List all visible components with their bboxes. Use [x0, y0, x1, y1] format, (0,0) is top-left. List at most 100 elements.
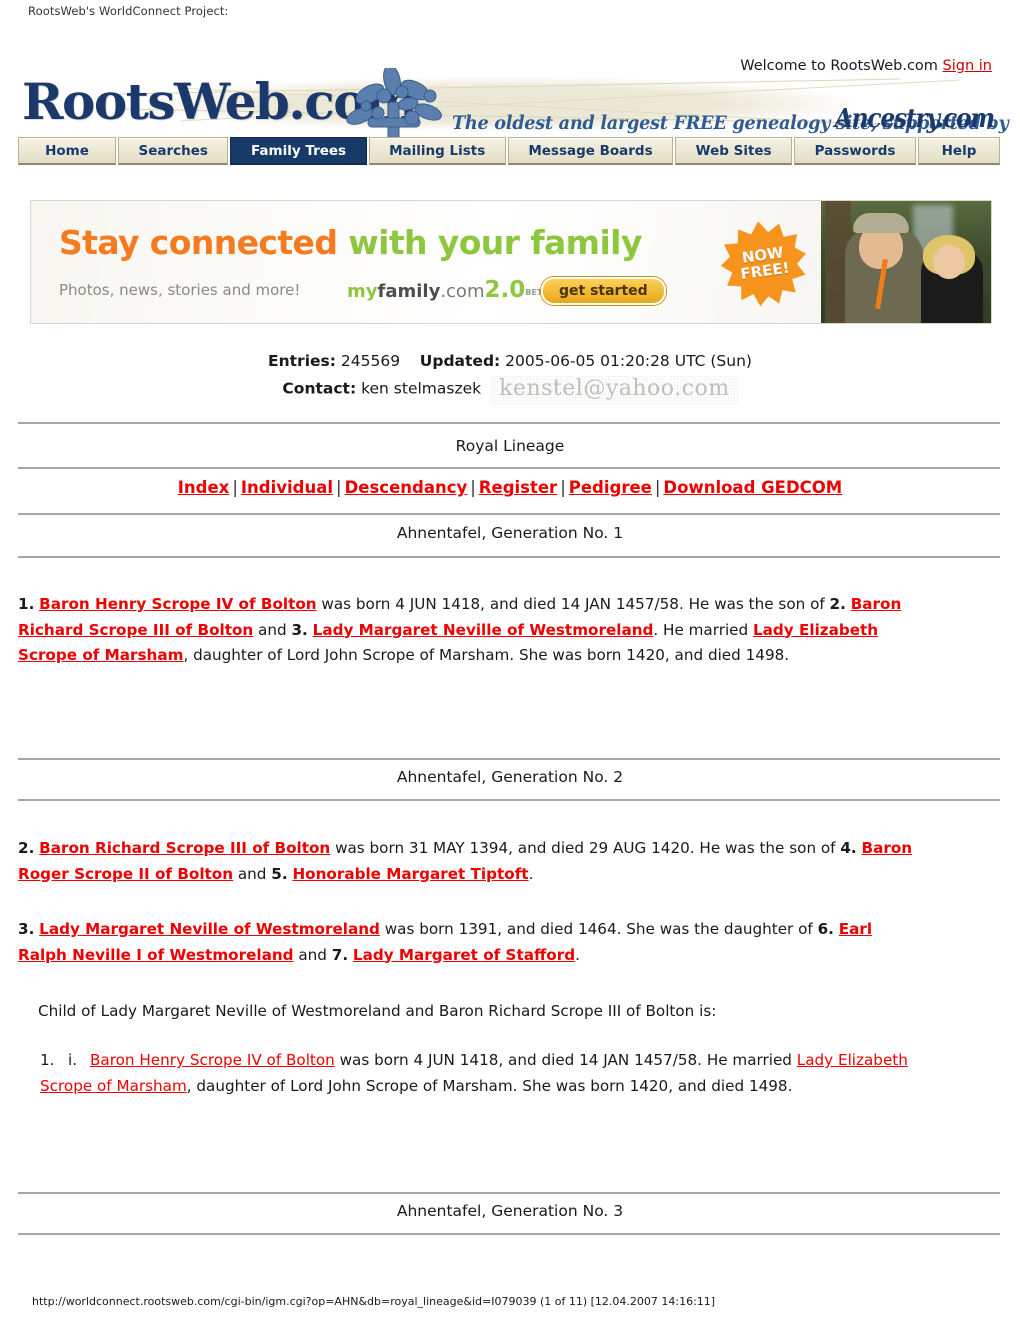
contact-line: Contact: ken stelmaszek kenstel@yahoo.com [0, 374, 1020, 404]
divider-3 [18, 513, 1000, 515]
entry-2-person-link[interactable]: Baron Richard Scrope III of Bolton [39, 839, 330, 857]
entry-1-text-4: , daughter of Lord John Scrope of Marsha… [183, 646, 790, 664]
entry-1-person-link[interactable]: Baron Henry Scrope IV of Bolton [39, 595, 316, 613]
link-individual[interactable]: Individual [241, 478, 333, 497]
page-title: RootsWeb's WorldConnect Project: [28, 4, 229, 18]
contact-email-image: kenstel@yahoo.com [491, 374, 737, 404]
entry-3-mother-link[interactable]: Lady Margaret of Stafford [353, 946, 575, 964]
divider-8 [18, 1233, 1000, 1235]
entry-2-father-number: 4. [840, 839, 857, 857]
now-free-line2: FREE! [739, 258, 791, 284]
entry-3-number: 3. [18, 920, 35, 938]
child-person-link[interactable]: Baron Henry Scrope IV of Bolton [90, 1051, 335, 1069]
nav-tab-help[interactable]: Help [917, 137, 1000, 165]
entries-updated-line: Entries: 245569 Updated: 2005-06-05 01:2… [0, 348, 1020, 374]
divider-6 [18, 799, 1000, 801]
nav-tab-message-boards[interactable]: Message Boards [507, 137, 674, 165]
database-title: Royal Lineage [455, 437, 565, 455]
divider-7 [18, 1192, 1000, 1194]
generation-3-heading: Ahnentafel, Generation No. 3 [396, 1202, 624, 1220]
myfamily-logo: myfamily.com2.0BETA [347, 277, 548, 303]
entry-1-text-2: and [253, 620, 292, 639]
myfamily-logo-my: my [347, 281, 378, 302]
link-register[interactable]: Register [479, 478, 557, 497]
divider-5 [18, 758, 1000, 760]
site-header: Welcome to RootsWeb.com Sign in RootsWeb… [0, 28, 1020, 138]
entry-2-mother-number: 5. [271, 864, 288, 883]
entry-2-number: 2. [18, 839, 35, 857]
entry-1-mother-number: 3. [291, 620, 308, 639]
divider-4 [18, 556, 1000, 558]
child-list-item: 1. i. Baron Henry Scrope IV of Bolton wa… [40, 1048, 940, 1099]
banner-headline: Stay connected with your family [59, 223, 642, 262]
myfamily-logo-dotcom: .com [440, 281, 485, 302]
entry-2-mother-link[interactable]: Honorable Margaret Tiptoft [292, 865, 528, 883]
sign-in-link[interactable]: Sign in [943, 58, 992, 74]
banner-headline-part2: with your family [337, 223, 642, 262]
ahnentafel-entry-1: 1. Baron Henry Scrope IV of Bolton was b… [18, 592, 918, 669]
entry-2-text-2: and [233, 864, 272, 883]
link-separator-4: | [560, 478, 566, 497]
myfamily-banner-ad[interactable]: Stay connected with your family Photos, … [30, 200, 992, 324]
nav-tab-web-sites[interactable]: Web Sites [675, 137, 793, 165]
link-separator-2: | [336, 478, 342, 497]
contact-label: Contact: [282, 379, 357, 398]
database-meta: Entries: 245569 Updated: 2005-06-05 01:2… [0, 348, 1020, 404]
entry-1-text-1: was born 4 JUN 1418, and died 14 JAN 145… [316, 595, 830, 613]
entry-1-mother-link[interactable]: Lady Margaret Neville of Westmoreland [313, 621, 654, 639]
entry-2-text-1: was born 31 MAY 1394, and died 29 AUG 14… [330, 839, 841, 857]
entry-3-person-link[interactable]: Lady Margaret Neville of Westmoreland [39, 920, 380, 938]
nav-tab-passwords[interactable]: Passwords [794, 137, 916, 165]
updated-label: Updated: [419, 352, 501, 370]
contact-name: ken stelmaszek [361, 379, 482, 398]
link-separator-5: | [654, 478, 661, 497]
updated-value: 2005-06-05 01:20:28 UTC (Sun) [505, 352, 752, 370]
nav-tab-family-trees[interactable]: Family Trees [230, 137, 367, 165]
entry-3-text-3: . [575, 945, 580, 964]
entry-3-father-number: 6. [817, 920, 834, 938]
link-pedigree[interactable]: Pedigree [569, 478, 652, 497]
family-tree-icon [340, 64, 450, 138]
banner-subtext: Photos, news, stories and more! [59, 281, 301, 299]
record-view-links[interactable]: Index | Individual | Descendancy | Register | Pe… [0, 478, 1020, 497]
child-text-1: was born 4 JUN 1418, and died 14 JAN 145… [334, 1051, 797, 1069]
link-descendancy[interactable]: Descendancy [345, 478, 468, 497]
entry-3-text-1: was born 1391, and died 1464. She was th… [379, 920, 818, 938]
generation-2-heading: Ahnentafel, Generation No. 2 [396, 768, 624, 786]
ahnentafel-entry-3: 3. Lady Margaret Neville of Westmoreland… [18, 917, 918, 968]
entry-1-number: 1. [18, 595, 35, 613]
entry-3-text-2: and [293, 945, 332, 964]
child-list-marker: 1. [40, 1051, 55, 1069]
child-text-2: , daughter of Lord John Scrope of Marsha… [186, 1076, 793, 1095]
entry-2-text-3: . [528, 864, 534, 883]
get-started-button[interactable]: get started [541, 277, 666, 305]
link-index[interactable]: Index [178, 478, 230, 497]
entries-label: Entries: [268, 352, 336, 370]
entries-value: 245569 [340, 352, 401, 370]
footer-url: http://worldconnect.rootsweb.com/cgi-bin… [32, 1295, 716, 1308]
entry-1-text-3: . He married [653, 620, 753, 639]
welcome-text: Welcome to RootsWeb.com Sign in [740, 58, 992, 74]
child-entry-body: Baron Henry Scrope IV of Bolton was born… [40, 1051, 908, 1095]
link-separator-3: | [470, 478, 476, 497]
welcome-label: Welcome to RootsWeb.com [740, 58, 938, 74]
ancestry-logo[interactable]: Ancestry.com [835, 104, 995, 134]
entry-3-mother-number: 7. [331, 945, 349, 964]
child-intro-text: Child of Lady Margaret Neville of Westmo… [38, 1002, 717, 1020]
entry-1-father-number: 2. [829, 595, 846, 613]
banner-headline-part1: Stay connected [59, 223, 338, 262]
banner-photo [821, 201, 991, 323]
ahnentafel-entry-2: 2. Baron Richard Scrope III of Bolton wa… [18, 836, 918, 887]
divider-1 [18, 422, 1000, 424]
nav-tab-home[interactable]: Home [18, 137, 116, 165]
child-roman-numeral: i. [68, 1051, 78, 1069]
link-download-gedcom[interactable]: Download GEDCOM [663, 478, 842, 497]
main-navigation[interactable]: Home Searches Family Trees Mailing Lists… [18, 137, 1000, 165]
link-separator-1: | [232, 478, 238, 497]
myfamily-logo-version: 2.0 [484, 277, 526, 303]
generation-1-heading: Ahnentafel, Generation No. 1 [396, 524, 624, 542]
nav-tab-searches[interactable]: Searches [118, 137, 229, 165]
myfamily-logo-family: family [377, 281, 441, 302]
nav-tab-mailing-lists[interactable]: Mailing Lists [368, 137, 506, 165]
divider-2 [18, 467, 1000, 469]
